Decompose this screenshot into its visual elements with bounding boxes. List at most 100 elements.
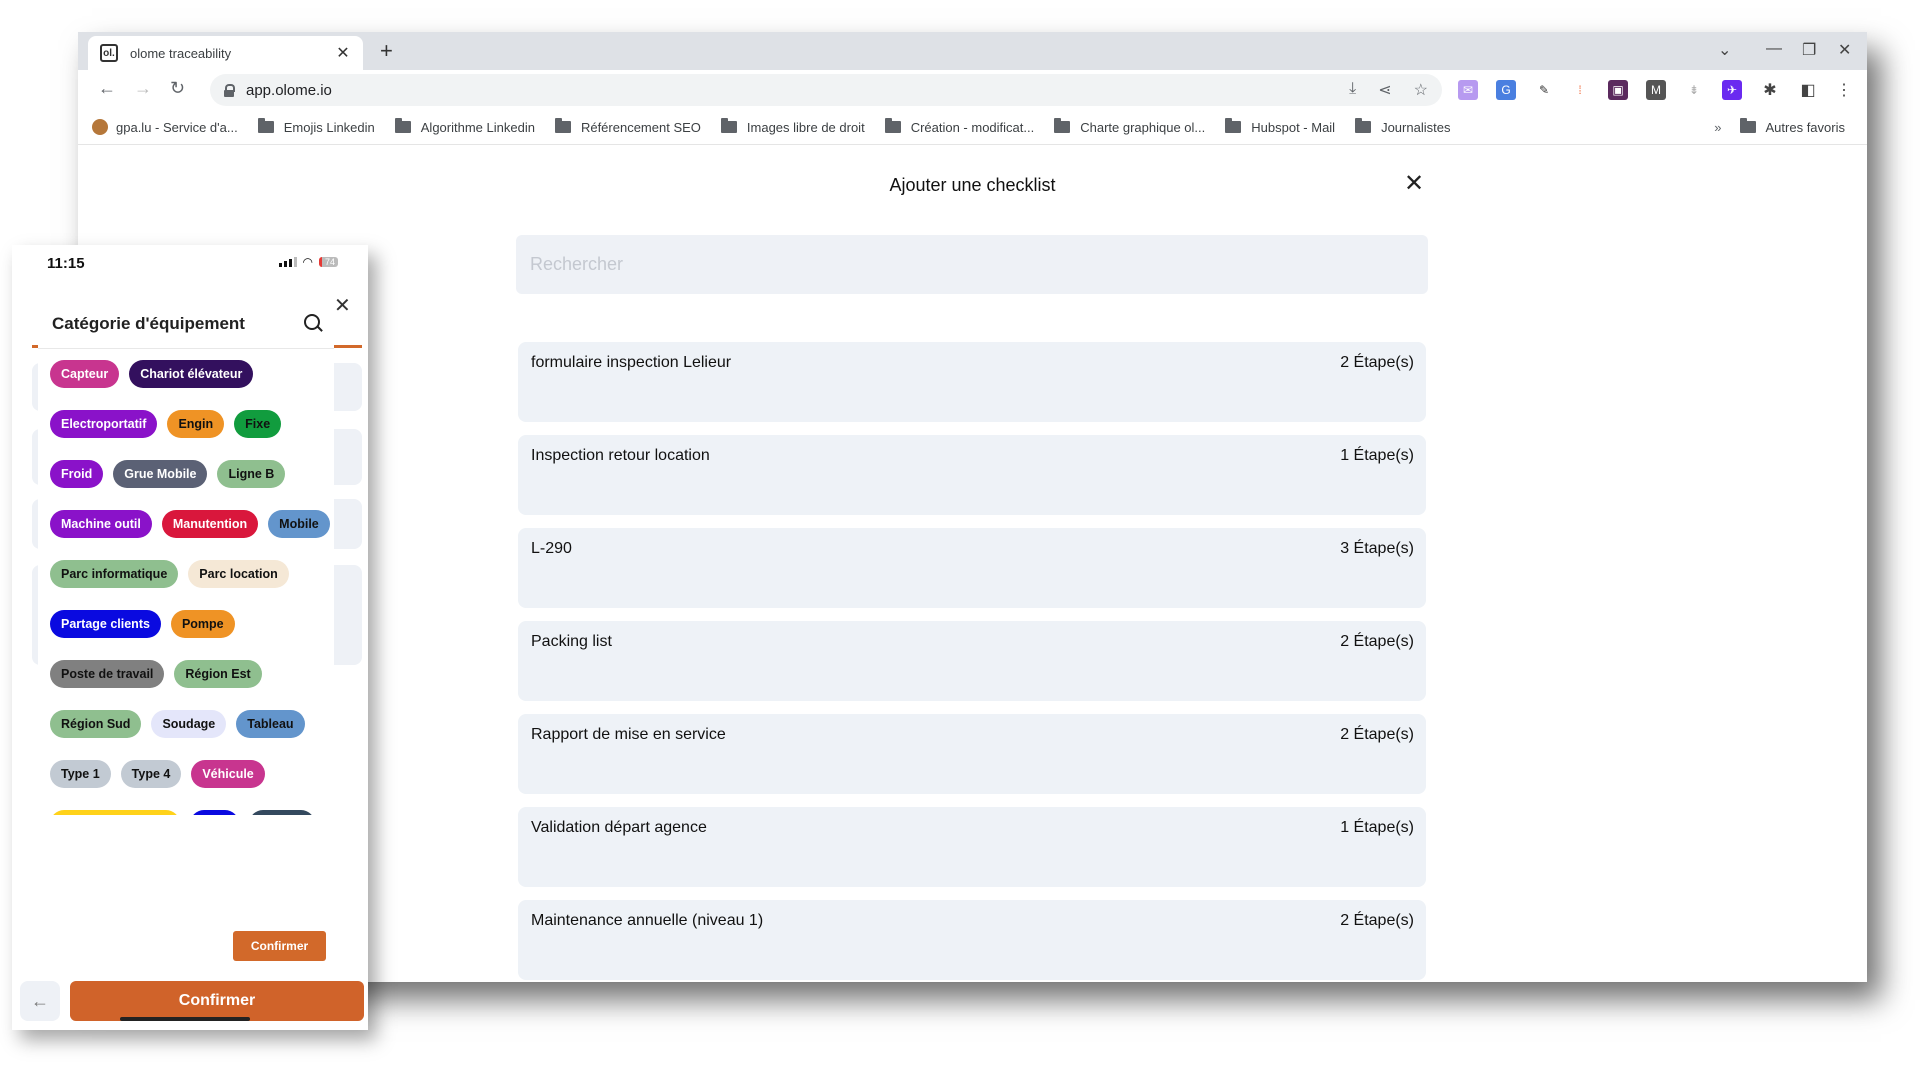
category-chip[interactable]: Partage clients [50, 610, 161, 638]
dashboard-extension-icon[interactable]: ▣ [1608, 80, 1628, 100]
bookmarks-overflow-button[interactable]: » [1714, 120, 1721, 135]
new-tab-icon[interactable]: + [380, 38, 393, 64]
bookmark-star-icon[interactable]: ☆ [1414, 80, 1428, 100]
checklist-name: L-290 [531, 540, 572, 557]
m-extension-icon[interactable]: M [1646, 80, 1666, 100]
category-chip[interactable]: Grue Mobile [113, 460, 208, 488]
category-chip[interactable]: Type 1 [50, 760, 111, 788]
folder-icon [1355, 118, 1372, 133]
wifi-icon: ◠ [302, 255, 313, 269]
category-chip[interactable]: Froid [50, 460, 104, 488]
forward-icon[interactable]: → [134, 78, 152, 99]
checklist-item[interactable]: Maintenance annuelle (niveau 1) 2 Étape(s… [518, 900, 1426, 980]
back-arrow-button[interactable]: ← [20, 981, 60, 1021]
address-bar[interactable]: app.olome.io ⤓ ⋖ ☆ [210, 74, 1442, 106]
bookmark-item[interactable]: Référencement SEO [554, 118, 701, 135]
bookmark-label: Emojis Linkedin [283, 119, 375, 135]
checklist-step-count: 1 Étape(s) [1340, 447, 1414, 464]
battery-icon: 74 [318, 257, 338, 267]
download-extension-icon[interactable]: ⇟ [1684, 80, 1704, 100]
bookmark-label: gpa.lu - Service d'a... [116, 119, 238, 135]
analytics-extension-icon[interactable]: ⁞ [1570, 80, 1590, 100]
bookmark-label: Création - modificat... [910, 119, 1035, 135]
bookmark-item[interactable]: Algorithme Linkedin [394, 118, 535, 135]
color-picker-extension-icon[interactable]: ✎ [1534, 80, 1554, 100]
checklist-item[interactable]: Inspection retour location 1 Étape(s) [518, 435, 1426, 515]
checklist-search-input[interactable]: Rechercher [516, 235, 1428, 294]
tab-strip: ol. olome traceability ✕ + ⌄ — ❐ ✕ [78, 32, 1867, 70]
purple-extension-icon[interactable]: ✈ [1722, 80, 1742, 100]
category-chip[interactable]: Fixe [234, 410, 282, 438]
category-chip[interactable]: Parc informatique [50, 560, 179, 588]
checklist-step-count: 2 Étape(s) [1340, 726, 1414, 743]
checklist-name: Packing list [531, 633, 612, 650]
checklist-item[interactable]: Rapport de mise en service 2 Étape(s) [518, 714, 1426, 794]
category-chip[interactable]: customer_sharing [50, 810, 181, 815]
category-chip[interactable]: Machine outil [50, 510, 152, 538]
modal-close-icon[interactable]: ✕ [1404, 169, 1424, 198]
category-chip[interactable]: Engin [167, 410, 225, 438]
checklist-name: formulaire inspection Lelieur [531, 354, 732, 371]
bookmark-label: Algorithme Linkedin [420, 119, 535, 135]
bookmark-item[interactable]: Hubspot - Mail [1225, 118, 1336, 135]
category-chip[interactable]: Capteur [50, 360, 120, 388]
checklist-item[interactable]: Packing list 2 Étape(s) [518, 621, 1426, 701]
side-panel-icon[interactable]: ◧ [1798, 80, 1818, 100]
search-icon[interactable] [304, 314, 320, 330]
category-chip[interactable]: grue [190, 810, 240, 815]
category-chip[interactable]: Mobile [268, 510, 330, 538]
install-icon[interactable]: ⤓ [1349, 80, 1356, 100]
mail-extension-icon[interactable]: ✉ [1458, 80, 1478, 100]
category-chip[interactable]: Manutention [161, 510, 259, 538]
search-placeholder: Rechercher [530, 254, 624, 274]
menu-kebab-icon[interactable]: ⋮ [1834, 80, 1854, 100]
restore-icon[interactable]: ❐ [1802, 40, 1816, 60]
category-chip[interactable]: Tableau [236, 710, 305, 738]
bookmark-item[interactable]: Journalistes [1355, 118, 1450, 135]
checklist-item[interactable]: formulaire inspection Lelieur 2 Étape(s) [518, 342, 1426, 422]
tab-olome[interactable]: ol. olome traceability ✕ [88, 36, 363, 70]
sheet-confirm-button[interactable]: Confirmer [233, 931, 326, 961]
bookmark-item[interactable]: Images libre de droit [720, 118, 865, 135]
folder-icon [884, 118, 901, 133]
extensions-puzzle-icon[interactable]: ✱ [1760, 80, 1780, 100]
folder-icon [1739, 118, 1756, 133]
category-chip[interactable]: Poste de travail [50, 660, 165, 688]
back-icon[interactable]: ← [98, 78, 116, 99]
category-chip[interactable]: Parc location [188, 560, 289, 588]
category-chip[interactable]: Electroportatif [50, 410, 158, 438]
category-chip[interactable]: Région Est [174, 660, 262, 688]
bookmark-label: Autres favoris [1765, 119, 1845, 135]
minimize-icon[interactable]: — [1766, 40, 1782, 58]
category-chip[interactable]: Chariot élévateur [129, 360, 254, 388]
category-chip[interactable]: Véhicule [191, 760, 265, 788]
window-close-icon[interactable]: ✕ [1838, 40, 1851, 60]
checklist-step-count: 2 Étape(s) [1340, 912, 1414, 929]
bookmark-item[interactable]: Création - modificat... [884, 118, 1035, 135]
other-bookmarks[interactable]: Autres favoris [1739, 118, 1845, 135]
tab-title: olome traceability [130, 45, 232, 61]
category-chip[interactable]: Type 4 [120, 760, 182, 788]
tab-search-chevron-icon[interactable]: ⌄ [1718, 40, 1731, 60]
bookmark-item[interactable]: Charte graphique ol... [1054, 118, 1205, 135]
bookmark-item[interactable]: Emojis Linkedin [257, 118, 375, 135]
signal-icon [278, 257, 297, 267]
share-icon[interactable]: ⋖ [1378, 80, 1391, 100]
background-close-icon[interactable]: ✕ [334, 293, 351, 318]
checklist-name: Maintenance annuelle (niveau 1) [531, 912, 764, 929]
lock-icon [224, 84, 235, 97]
checklist-item[interactable]: Validation départ agence 1 Étape(s) [518, 807, 1426, 887]
bookmark-item[interactable]: gpa.lu - Service d'a... [92, 119, 238, 135]
category-chip[interactable]: Ligne B [217, 460, 286, 488]
category-chip[interactable]: Pompe [170, 610, 235, 638]
category-chip[interactable]: manille [249, 810, 315, 815]
checklist-step-count: 3 Étape(s) [1340, 540, 1414, 557]
reload-icon[interactable]: ↻ [170, 78, 185, 99]
checklist-item[interactable]: L-290 3 Étape(s) [518, 528, 1426, 608]
category-chip[interactable]: Soudage [151, 710, 227, 738]
main-confirm-button[interactable]: Confirmer [70, 981, 364, 1021]
category-chip[interactable]: Région Sud [50, 710, 142, 738]
tab-close-icon[interactable]: ✕ [333, 43, 353, 63]
bookmark-label: Hubspot - Mail [1251, 119, 1336, 135]
translate-extension-icon[interactable]: G [1496, 80, 1516, 100]
